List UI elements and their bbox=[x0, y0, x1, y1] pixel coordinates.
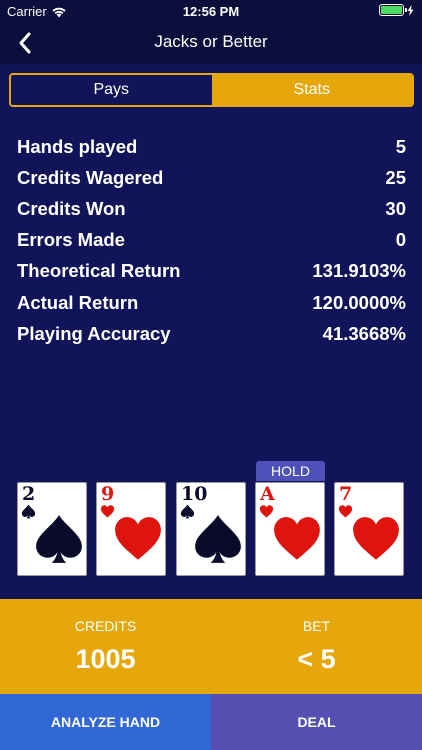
action-bar: ANALYZE HAND DEAL bbox=[0, 694, 422, 750]
playing-card[interactable]: 9 bbox=[96, 482, 166, 576]
analyze-hand-button[interactable]: ANALYZE HAND bbox=[0, 694, 211, 750]
credits-value: 1005 bbox=[75, 644, 136, 674]
stats-list: Hands played 5 Credits Wagered 25 Credit… bbox=[17, 131, 406, 349]
heart-icon bbox=[353, 517, 399, 560]
stat-label: Theoretical Return bbox=[17, 260, 181, 282]
card-rank: A bbox=[260, 483, 275, 505]
credits-bet-panel: CREDITS 1005 BET < 5 bbox=[0, 599, 422, 694]
deal-button[interactable]: DEAL bbox=[211, 694, 422, 750]
playing-card[interactable]: 7 bbox=[334, 482, 404, 576]
stat-row-actual-return: Actual Return 120.0000% bbox=[17, 287, 406, 318]
credits-label: CREDITS bbox=[74, 618, 137, 634]
status-bar: Carrier 12:56 PM bbox=[0, 0, 422, 22]
status-time: 12:56 PM bbox=[182, 4, 240, 19]
heart-icon bbox=[115, 517, 161, 560]
bet-decrease-button[interactable]: < 5 bbox=[211, 644, 422, 675]
stat-row-theoretical-return: Theoretical Return 131.9103% bbox=[17, 256, 406, 287]
spade-icon bbox=[195, 515, 241, 563]
stat-label: Actual Return bbox=[17, 291, 139, 313]
card-rank: 2 bbox=[22, 483, 36, 505]
stat-label: Hands played bbox=[17, 135, 138, 157]
playing-card[interactable]: A bbox=[255, 482, 325, 576]
playing-card[interactable]: 2 bbox=[17, 482, 87, 576]
stat-label: Errors Made bbox=[17, 229, 125, 251]
stat-row-hands-played: Hands played 5 bbox=[17, 131, 406, 162]
heart-icon bbox=[274, 517, 320, 560]
stat-row-credits-wagered: Credits Wagered 25 bbox=[17, 162, 406, 193]
hold-badge: HOLD bbox=[256, 461, 325, 481]
stat-value: 120.0000% bbox=[312, 291, 406, 313]
playing-card[interactable]: 10 bbox=[176, 482, 246, 576]
stat-value: 30 bbox=[385, 197, 406, 219]
stat-label: Playing Accuracy bbox=[17, 322, 171, 344]
stat-value: 131.9103% bbox=[312, 260, 406, 282]
stat-label: Credits Wagered bbox=[17, 166, 164, 188]
stat-row-playing-accuracy: Playing Accuracy 41.3668% bbox=[17, 318, 406, 349]
stat-value: 0 bbox=[395, 229, 406, 251]
stat-row-credits-won: Credits Won 30 bbox=[17, 193, 406, 224]
stat-value: 41.3668% bbox=[322, 322, 406, 344]
card-row: 2 9 10 A 7 bbox=[0, 482, 422, 577]
bet-label: BET bbox=[302, 618, 331, 634]
tab-stats[interactable]: Stats bbox=[211, 75, 412, 105]
spade-icon bbox=[36, 515, 82, 563]
tab-pays[interactable]: Pays bbox=[11, 75, 212, 105]
page-title: Jacks or Better bbox=[154, 32, 268, 51]
navigation-bar: Jacks or Better bbox=[0, 22, 422, 64]
tab-switcher: Pays Stats bbox=[9, 73, 414, 107]
card-rank: 7 bbox=[339, 483, 353, 505]
stat-value: 5 bbox=[395, 135, 406, 157]
card-rank: 9 bbox=[101, 483, 115, 505]
stat-row-errors-made: Errors Made 0 bbox=[17, 225, 406, 256]
battery-indicator bbox=[379, 4, 414, 16]
stat-value: 25 bbox=[385, 166, 406, 188]
battery-icon bbox=[379, 4, 407, 16]
charging-bolt-icon bbox=[407, 4, 414, 16]
card-rank: 10 bbox=[181, 483, 208, 505]
stat-label: Credits Won bbox=[17, 197, 126, 219]
